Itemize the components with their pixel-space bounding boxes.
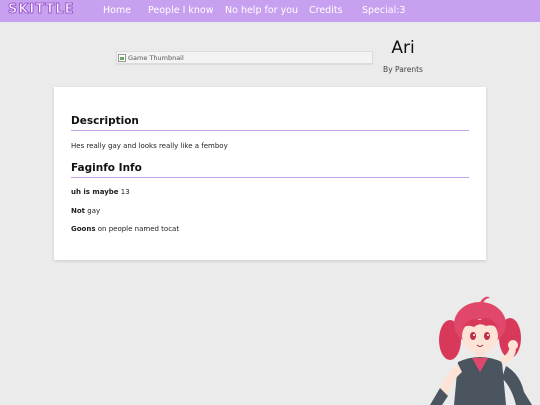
details-card: Description Hes really gay and looks rea… xyxy=(54,87,486,260)
info-divider xyxy=(71,177,469,178)
description-divider xyxy=(71,130,469,131)
game-title: Ari xyxy=(391,38,415,58)
info-row-label: uh is maybe xyxy=(71,188,119,196)
game-author: By Parents xyxy=(383,65,423,74)
info-row: uh is maybe 13 xyxy=(71,188,130,196)
nav-link-credits[interactable]: Credits xyxy=(309,5,343,16)
thumbnail-alt-text: Game Thumbnail xyxy=(128,53,184,62)
description-heading: Description xyxy=(71,115,139,127)
site-logo[interactable]: SKITTLE xyxy=(7,2,74,18)
info-heading: Faginfo Info xyxy=(71,162,142,174)
info-row-value: on people named tocat xyxy=(97,225,180,233)
info-row: Goons on people named tocat xyxy=(71,225,179,233)
nav-link-people[interactable]: People I know xyxy=(148,5,214,16)
info-row-label: Goons xyxy=(71,225,96,233)
nav-link-home[interactable]: Home xyxy=(103,5,131,16)
nav-link-special[interactable]: Special:3 xyxy=(362,5,405,16)
broken-image-icon xyxy=(118,53,126,62)
anime-mascot-illustration xyxy=(430,296,532,405)
game-thumbnail: Game Thumbnail xyxy=(116,51,373,64)
info-row-value: gay xyxy=(87,207,101,215)
info-row-value: 13 xyxy=(120,188,130,196)
info-row: Not gay xyxy=(71,207,100,215)
nav-link-no-help[interactable]: No help for you xyxy=(225,5,298,16)
top-navbar: SKITTLE Home People I know No help for y… xyxy=(0,0,540,22)
description-text: Hes really gay and looks really like a f… xyxy=(71,142,228,150)
info-row-label: Not xyxy=(71,207,86,215)
